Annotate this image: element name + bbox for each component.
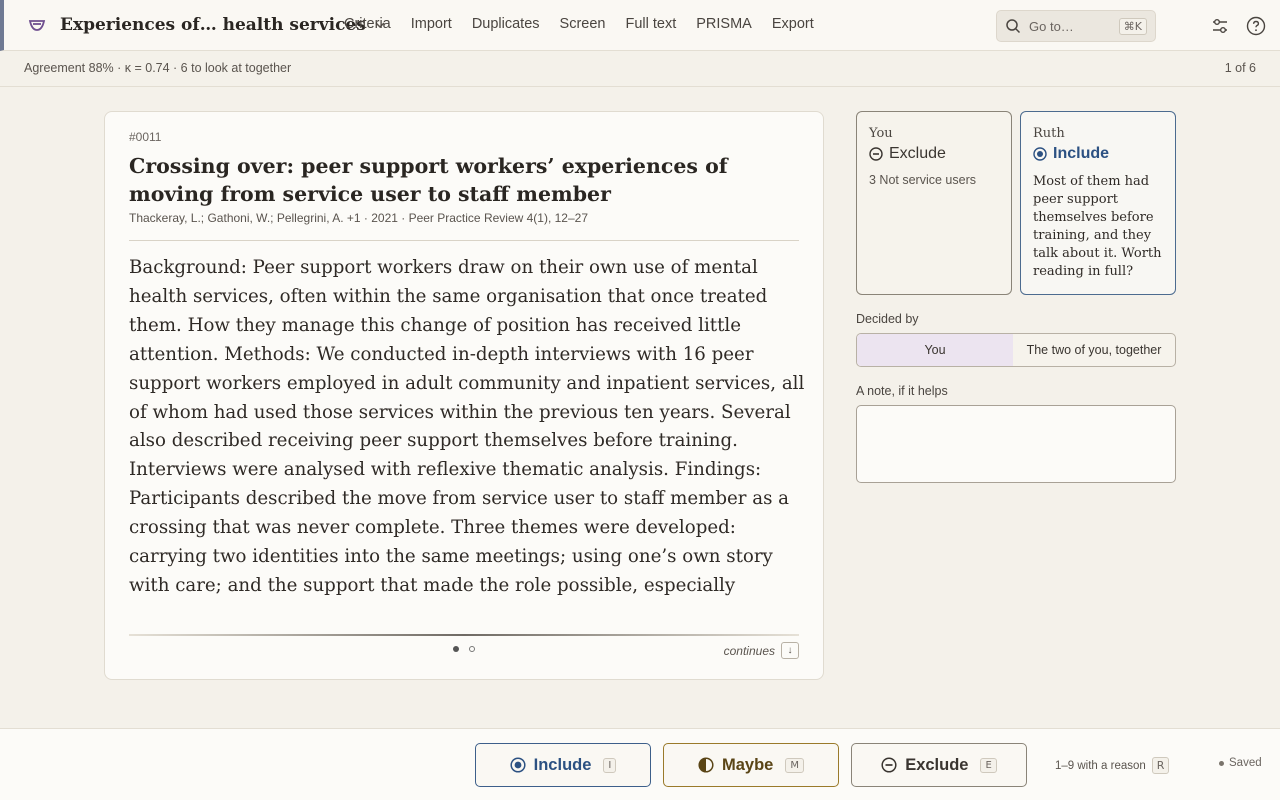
continues-control[interactable]: continues ↓ <box>724 642 799 659</box>
record-meta: Thackeray, L.; Gathoni, W.; Pellegrini, … <box>129 211 588 225</box>
saved-label: Saved <box>1229 757 1262 769</box>
logo-icon[interactable] <box>28 17 46 33</box>
nav-export[interactable]: Export <box>772 16 814 32</box>
reviewer-name: Ruth <box>1033 126 1065 141</box>
nav-import[interactable]: Import <box>411 16 452 32</box>
saved-dot-icon <box>1219 760 1224 766</box>
project-title: Experiences of… health services <box>60 15 366 35</box>
record-id: #0011 <box>129 130 162 144</box>
maybe-label: Maybe <box>722 755 774 774</box>
reason-shortcut: R <box>1151 757 1170 774</box>
fade-rule <box>129 634 799 636</box>
nav-duplicates[interactable]: Duplicates <box>472 16 540 32</box>
reviewer-name: You <box>869 126 893 141</box>
exclude-button[interactable]: Exclude E <box>851 743 1027 787</box>
maybe-button[interactable]: Maybe M <box>663 743 839 787</box>
ruth-decision-panel: Ruth Include Most of them had peer suppo… <box>1020 111 1176 295</box>
divider <box>129 240 799 241</box>
maybe-shortcut: M <box>785 757 804 773</box>
decided-by-label: Decided by <box>856 312 919 326</box>
exclude-icon <box>881 757 897 773</box>
half-circle-icon <box>698 757 714 773</box>
page-dots <box>453 646 475 652</box>
ruth-decision-label: Include <box>1053 145 1110 162</box>
your-decision: Exclude <box>869 145 999 163</box>
ruth-note: Most of them had peer support themselves… <box>1033 174 1162 279</box>
exclude-icon <box>869 147 883 161</box>
help-icon[interactable] <box>1246 16 1266 36</box>
include-icon <box>510 757 526 773</box>
include-button[interactable]: Include I <box>475 743 651 787</box>
project-switcher[interactable]: Experiences of… health services <box>60 15 386 35</box>
nav-prisma[interactable]: PRISMA <box>696 16 752 32</box>
top-bar: Experiences of… health services Criteria… <box>0 0 1280 51</box>
include-label: Include <box>533 755 592 774</box>
page-dot-1[interactable] <box>453 646 459 652</box>
record-card: #0011 Crossing over: peer support worker… <box>104 111 824 680</box>
agreement-summary: Agreement 88% · κ = 0.74 · 6 to look at … <box>24 61 292 75</box>
your-decision-panel: You Exclude 3 Not service users <box>856 111 1012 295</box>
record-title: Crossing over: peer support workers’ exp… <box>129 154 728 206</box>
decided-by-together[interactable]: The two of you, together <box>1013 334 1175 366</box>
main-nav: Criteria Import Duplicates Screen Full t… <box>344 16 814 32</box>
exclude-shortcut: E <box>980 757 997 773</box>
save-status: Saved <box>1219 757 1262 769</box>
reason-hint-text: 1–9 with a reason <box>1055 759 1146 772</box>
nav-screen[interactable]: Screen <box>560 16 606 32</box>
status-bar: Agreement 88% · κ = 0.74 · 6 to look at … <box>0 52 1280 87</box>
search-shortcut: ⌘K <box>1118 17 1147 35</box>
arrow-down-icon: ↓ <box>781 642 799 659</box>
search-icon <box>1006 19 1021 34</box>
ruth-decision: Include <box>1033 145 1163 163</box>
nav-criteria[interactable]: Criteria <box>344 16 391 32</box>
record-abstract[interactable]: Background: Peer support workers draw on… <box>129 254 805 599</box>
your-reason: 3 Not service users <box>869 173 976 187</box>
sliders-icon[interactable] <box>1210 16 1230 36</box>
reason-hint: 1–9 with a reason R <box>1055 757 1170 774</box>
decided-by-you[interactable]: You <box>857 334 1013 366</box>
note-input[interactable] <box>856 405 1176 483</box>
record-position: 1 of 6 <box>1224 61 1256 75</box>
exclude-label: Exclude <box>905 755 969 774</box>
include-icon <box>1033 147 1047 161</box>
continues-label: continues <box>723 643 775 658</box>
page-dot-2[interactable] <box>469 646 475 652</box>
include-shortcut: I <box>603 757 617 773</box>
your-decision-label: Exclude <box>889 145 946 162</box>
note-label: A note, if it helps <box>856 384 948 398</box>
nav-full-text[interactable]: Full text <box>625 16 676 32</box>
search-placeholder: Go to… <box>1029 18 1074 34</box>
action-bar: Include I Maybe M Exclude E 1–9 with a r… <box>0 728 1280 800</box>
decided-by-toggle: You The two of you, together <box>856 333 1176 367</box>
go-to-search[interactable]: Go to… ⌘K <box>996 10 1156 42</box>
